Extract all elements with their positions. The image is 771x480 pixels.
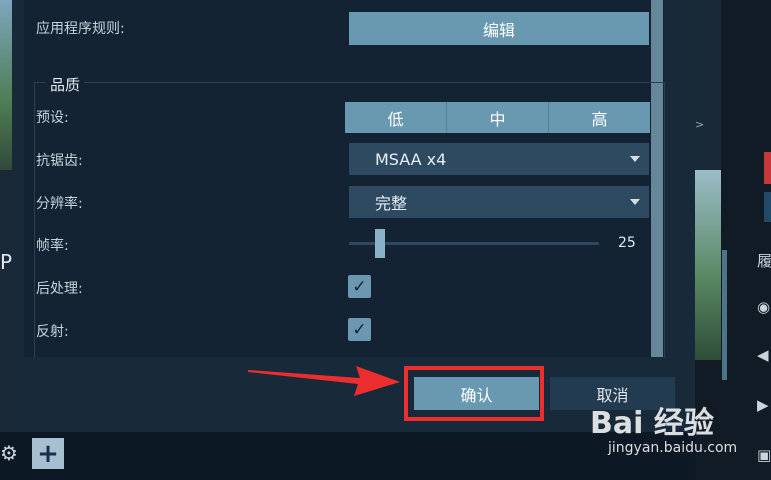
background-left-panel: P	[0, 0, 12, 480]
resolution-label: 分辨率:	[36, 196, 83, 212]
framerate-slider-track[interactable]	[349, 242, 599, 245]
confirm-highlight-box	[404, 366, 544, 421]
postprocess-label: 后处理:	[36, 281, 83, 297]
chevron-down-icon	[630, 199, 640, 205]
checkmark-icon: ✓	[352, 276, 367, 297]
edit-button[interactable]: 编辑	[349, 12, 649, 45]
watermark: Bai 经验 jingyan.baidu.com	[590, 398, 737, 456]
framerate-slider-thumb[interactable]	[375, 229, 385, 258]
annotation-arrow-icon	[248, 366, 400, 396]
add-button[interactable]: +	[32, 438, 64, 469]
reflection-checkbox[interactable]: ✓	[348, 318, 371, 341]
watermark-url: jingyan.baidu.com	[608, 440, 738, 456]
app-rules-label: 应用程序规则:	[36, 21, 125, 37]
framerate-value: 25	[618, 235, 636, 251]
preset-label: 预设:	[36, 110, 69, 126]
background-scrollbar	[722, 250, 727, 380]
background-thumbnail	[0, 0, 12, 170]
preset-medium-button[interactable]: 中	[447, 102, 549, 133]
background-icon-a: ◉	[757, 298, 771, 316]
reflection-label: 反射:	[36, 324, 69, 340]
preset-low-button[interactable]: 低	[345, 102, 447, 133]
background-icon-b: ▣	[757, 446, 771, 464]
preset-segmented-control: 低 中 高	[345, 102, 650, 133]
postprocess-checkbox[interactable]: ✓	[348, 275, 371, 298]
watermark-brand: Bai 经验	[590, 406, 714, 441]
background-red-tag	[764, 152, 771, 184]
background-char: 履	[757, 252, 771, 270]
gear-icon[interactable]: ⚙	[0, 441, 27, 466]
background-blue-tag	[764, 192, 771, 222]
preset-high-button[interactable]: 高	[549, 102, 650, 133]
chevron-down-icon	[630, 156, 640, 162]
antialias-select[interactable]: MSAA x4	[349, 143, 649, 175]
framerate-label: 帧率:	[36, 238, 69, 254]
plus-icon: +	[37, 438, 59, 469]
quality-group-title: 品质	[46, 74, 85, 95]
antialias-value: MSAA x4	[375, 149, 447, 169]
checkmark-icon: ✓	[352, 319, 367, 340]
play-icon: ▶	[757, 396, 769, 414]
background-letter: P	[0, 250, 13, 274]
speaker-icon: ◀	[757, 346, 769, 364]
resolution-select[interactable]: 完整	[349, 186, 649, 218]
background-thumbnail-right	[695, 170, 721, 360]
antialias-label: 抗锯齿:	[36, 153, 83, 169]
resolution-value: 完整	[375, 194, 408, 213]
chevron-right-icon: >	[695, 118, 705, 131]
